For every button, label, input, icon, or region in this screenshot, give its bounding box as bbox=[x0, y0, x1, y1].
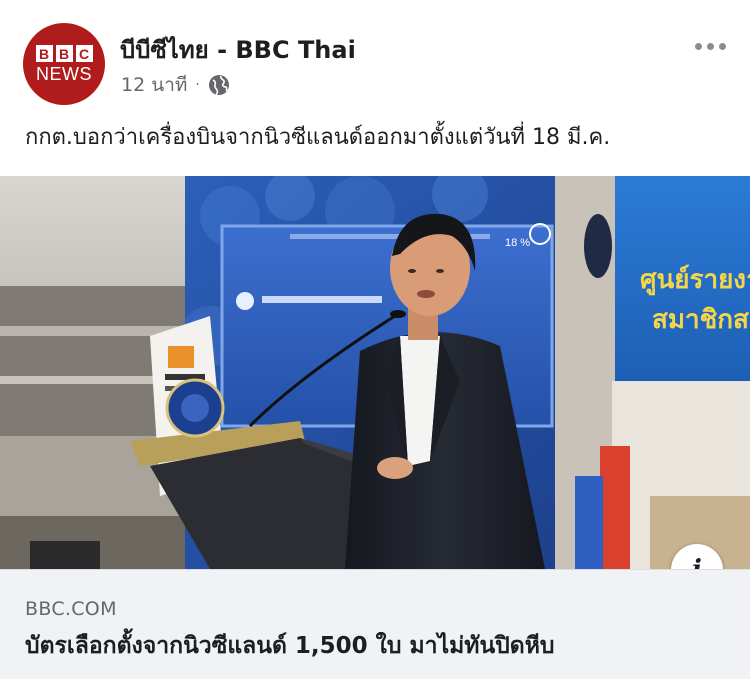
bbc-news-label: NEWS bbox=[36, 64, 92, 84]
post-meta: 12 นาที · bbox=[121, 72, 230, 98]
post-header: B B C NEWS บีบีซีไทย - BBC Thai 12 นาที … bbox=[0, 0, 750, 110]
more-dot bbox=[718, 42, 726, 50]
link-domain: BBC.COM bbox=[25, 598, 117, 620]
more-dot bbox=[706, 42, 714, 50]
globe-icon bbox=[208, 74, 230, 96]
bbc-logo-block: B bbox=[55, 45, 73, 62]
link-preview-image[interactable]: 18 % ศูนย์รายงา สมาชิกส bbox=[0, 176, 750, 569]
more-options-button[interactable] bbox=[688, 32, 732, 60]
screen-small-text: 18 % bbox=[505, 237, 530, 249]
avatar[interactable]: B B C NEWS bbox=[23, 23, 105, 105]
link-preview-footer[interactable]: BBC.COM บัตรเลือกตั้งจากนิวซีแลนด์ 1,500… bbox=[0, 569, 750, 679]
link-title[interactable]: บัตรเลือกตั้งจากนิวซีแลนด์ 1,500 ใบ มาไม… bbox=[25, 628, 554, 664]
bbc-logo-block: C bbox=[75, 45, 93, 62]
press-conference-photo: 18 % ศูนย์รายงา สมาชิกส bbox=[0, 176, 750, 569]
page-name[interactable]: บีบีซีไทย - BBC Thai bbox=[120, 30, 356, 69]
post-timestamp[interactable]: 12 นาที bbox=[121, 70, 187, 100]
sign-text-line1: ศูนย์รายงา bbox=[640, 264, 750, 296]
bbc-logo-block: B bbox=[35, 45, 53, 62]
more-dot bbox=[694, 42, 702, 50]
sign-text-line2: สมาชิกส bbox=[652, 305, 749, 335]
meta-separator: · bbox=[195, 77, 200, 93]
bbc-logo-blocks: B B C bbox=[35, 45, 93, 62]
post-text: กกต.บอกว่าเครื่องบินจากนิวซีแลนด์ออกมาตั… bbox=[25, 125, 611, 150]
